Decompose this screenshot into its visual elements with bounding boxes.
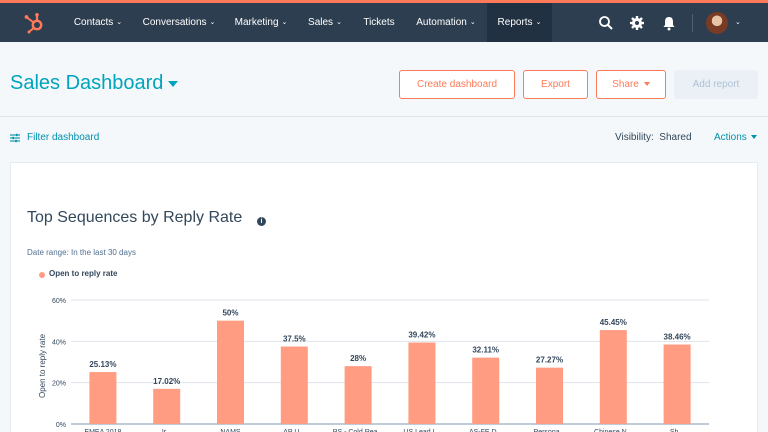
nav-marketing[interactable]: Marketing ⌄ (226, 3, 296, 42)
hubspot-logo-icon[interactable] (22, 11, 46, 35)
y-tick-label: 40% (52, 339, 66, 346)
nav-contacts[interactable]: Contacts ⌄ (63, 3, 133, 42)
actions-label: Actions (714, 132, 747, 143)
visibility-value[interactable]: Shared (659, 132, 691, 143)
chart-bar[interactable] (599, 330, 627, 424)
dashboard-header: Sales Dashboard Create dashboard Export … (0, 42, 768, 117)
data-label: 28% (350, 354, 366, 363)
caret-down-icon[interactable] (168, 81, 178, 87)
bar-chart: 0%20%40%60%Open to reply rate25.13%EMEA … (38, 298, 709, 432)
data-label: 39.42% (408, 331, 435, 340)
filter-dashboard-link[interactable]: Filter dashboard (27, 132, 99, 143)
visibility-status: Visibility: Shared (615, 132, 692, 143)
chart-bar[interactable] (89, 372, 117, 424)
report-title: Top Sequences by Reply Rate (27, 209, 243, 226)
chart-bar[interactable] (280, 346, 308, 425)
legend-label[interactable]: Open to reply rate (49, 269, 117, 278)
visibility-label: Visibility: (615, 132, 654, 143)
share-button[interactable]: Share (596, 70, 666, 99)
nav-automation[interactable]: Automation ⌄ (408, 3, 484, 42)
chevron-down-icon: ⌄ (336, 19, 342, 26)
date-range-label: Date range: In the last 30 days (27, 248, 136, 257)
avatar[interactable] (706, 12, 728, 34)
data-label: 17.02% (153, 377, 180, 386)
chart-bar[interactable] (344, 366, 372, 424)
export-button[interactable]: Export (523, 70, 588, 99)
legend-swatch (39, 272, 45, 278)
y-tick-label: 20% (52, 381, 66, 388)
data-label: 50% (222, 309, 238, 318)
chart-bar[interactable] (472, 357, 500, 424)
bell-icon[interactable] (660, 14, 678, 32)
add-report-button[interactable]: Add report (674, 70, 758, 99)
caret-down-icon (750, 135, 757, 140)
data-label: 32.11% (472, 346, 499, 355)
nav-tickets[interactable]: Tickets (355, 3, 403, 42)
nav-contacts-label: Contacts (73, 17, 114, 28)
nav-conversations[interactable]: Conversations ⌄ (135, 3, 223, 42)
chevron-down-icon: ⌄ (209, 19, 216, 26)
nav-reports[interactable]: Reports ⌄ (487, 3, 552, 42)
data-label: 25.13% (89, 360, 116, 369)
nav-conversations-label: Conversations (142, 17, 207, 28)
chevron-down-icon: ⌄ (116, 19, 123, 26)
chevron-down-icon: ⌄ (281, 19, 288, 26)
nav-marketing-label: Marketing (234, 17, 279, 28)
chart-bar[interactable] (408, 342, 436, 424)
share-button-label: Share (612, 79, 639, 90)
data-label: 38.46% (664, 333, 691, 342)
data-label: 45.45% (600, 318, 627, 327)
nav-reports-label: Reports (497, 17, 533, 28)
top-nav: Contacts ⌄ Conversations ⌄ Marketing ⌄ Sale… (0, 0, 768, 42)
search-icon[interactable] (597, 14, 615, 32)
nav-tickets-label: Tickets (363, 17, 395, 28)
y-axis-label: Open to reply rate (38, 333, 47, 398)
chart-bar[interactable] (153, 388, 181, 424)
create-dashboard-button[interactable]: Create dashboard (399, 70, 515, 99)
data-label: 37.5% (283, 335, 306, 344)
data-label: 27.27% (536, 356, 563, 365)
filter-icon[interactable] (10, 133, 20, 143)
info-icon[interactable]: i (257, 217, 266, 226)
nav-sales-label: Sales (308, 17, 334, 28)
chevron-down-icon: ⌄ (535, 19, 542, 26)
y-tick-label: 0% (56, 422, 66, 429)
actions-dropdown[interactable]: Actions (714, 132, 757, 143)
nav-automation-label: Automation (416, 17, 467, 28)
chevron-down-icon: ⌄ (469, 19, 476, 26)
chart-bar[interactable] (663, 344, 691, 424)
report-card: Top Sequences by Reply Rate i Date range… (10, 162, 758, 432)
nav-sales[interactable]: Sales ⌄ (300, 3, 350, 42)
chevron-down-icon[interactable]: ⌄ (735, 3, 741, 42)
nav-divider (692, 14, 693, 32)
chart-bar[interactable] (217, 320, 244, 424)
page-title[interactable]: Sales Dashboard (10, 72, 163, 95)
chart-bar[interactable] (536, 367, 563, 424)
gear-icon[interactable] (628, 14, 646, 32)
y-tick-label: 60% (52, 298, 66, 305)
caret-down-icon (643, 82, 650, 87)
